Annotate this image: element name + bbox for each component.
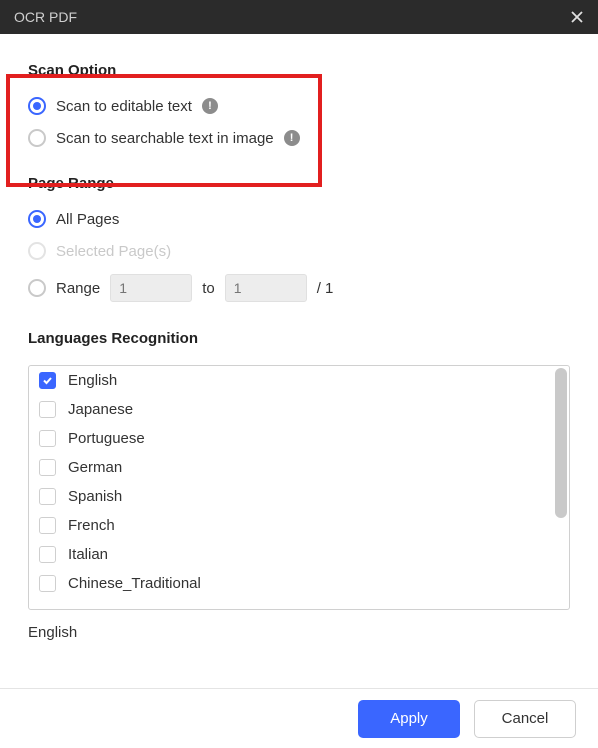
scan-searchable-label: Scan to searchable text in image xyxy=(56,130,274,147)
cancel-button[interactable]: Cancel xyxy=(474,700,576,738)
language-checkbox[interactable] xyxy=(39,488,56,505)
scan-editable-radio[interactable] xyxy=(28,97,46,115)
language-checkbox[interactable] xyxy=(39,430,56,447)
scrollbar[interactable] xyxy=(555,368,567,607)
all-pages-label: All Pages xyxy=(56,211,119,228)
language-checkbox[interactable] xyxy=(39,575,56,592)
apply-button[interactable]: Apply xyxy=(358,700,460,738)
languages-listbox: English Japanese Portuguese German Spani… xyxy=(28,365,570,610)
language-label: Chinese_Traditional xyxy=(68,575,201,592)
list-item[interactable]: Japanese xyxy=(29,395,569,424)
languages-heading: Languages Recognition xyxy=(28,330,570,347)
scan-option-heading: Scan Option xyxy=(28,62,570,79)
language-label: Italian xyxy=(68,546,108,563)
language-checkbox[interactable] xyxy=(39,546,56,563)
range-total: / 1 xyxy=(317,280,334,297)
scan-editable-label: Scan to editable text xyxy=(56,98,192,115)
dialog-footer: Apply Cancel xyxy=(0,688,598,748)
all-pages-radio[interactable] xyxy=(28,210,46,228)
language-checkbox[interactable] xyxy=(39,459,56,476)
info-icon[interactable]: ! xyxy=(202,98,218,114)
all-pages-row[interactable]: All Pages xyxy=(28,210,570,228)
language-label: Japanese xyxy=(68,401,133,418)
title-text: OCR PDF xyxy=(14,9,77,25)
list-item[interactable]: Chinese_Traditional xyxy=(29,569,569,598)
languages-scroll[interactable]: English Japanese Portuguese German Spani… xyxy=(29,366,569,609)
scan-searchable-row[interactable]: Scan to searchable text in image ! xyxy=(28,129,570,147)
range-row[interactable]: Range to / 1 xyxy=(28,274,570,302)
list-item[interactable]: Spanish xyxy=(29,482,569,511)
page-range-heading: Page Range xyxy=(28,175,570,192)
dialog-body: Scan Option Scan to editable text ! Scan… xyxy=(0,62,598,641)
close-button[interactable] xyxy=(566,6,588,28)
language-checkbox[interactable] xyxy=(39,517,56,534)
language-label: English xyxy=(68,372,117,389)
close-icon xyxy=(570,10,584,24)
list-item[interactable]: Portuguese xyxy=(29,424,569,453)
language-label: French xyxy=(68,517,115,534)
titlebar: OCR PDF xyxy=(0,0,598,34)
range-to-input[interactable] xyxy=(225,274,307,302)
scrollbar-thumb[interactable] xyxy=(555,368,567,518)
language-label: Portuguese xyxy=(68,430,145,447)
range-from-input[interactable] xyxy=(110,274,192,302)
range-to-label: to xyxy=(202,280,215,297)
scan-editable-row[interactable]: Scan to editable text ! xyxy=(28,97,570,115)
selected-languages-text: English xyxy=(28,624,570,641)
list-item[interactable]: English xyxy=(29,366,569,395)
language-label: German xyxy=(68,459,122,476)
selected-pages-label: Selected Page(s) xyxy=(56,243,171,260)
language-checkbox[interactable] xyxy=(39,372,56,389)
info-icon[interactable]: ! xyxy=(284,130,300,146)
language-checkbox[interactable] xyxy=(39,401,56,418)
list-item[interactable]: Italian xyxy=(29,540,569,569)
range-radio[interactable] xyxy=(28,279,46,297)
scan-searchable-radio[interactable] xyxy=(28,129,46,147)
list-item[interactable]: French xyxy=(29,511,569,540)
list-item[interactable]: German xyxy=(29,453,569,482)
language-label: Spanish xyxy=(68,488,122,505)
selected-pages-row: Selected Page(s) xyxy=(28,242,570,260)
range-label: Range xyxy=(56,280,100,297)
selected-pages-radio xyxy=(28,242,46,260)
